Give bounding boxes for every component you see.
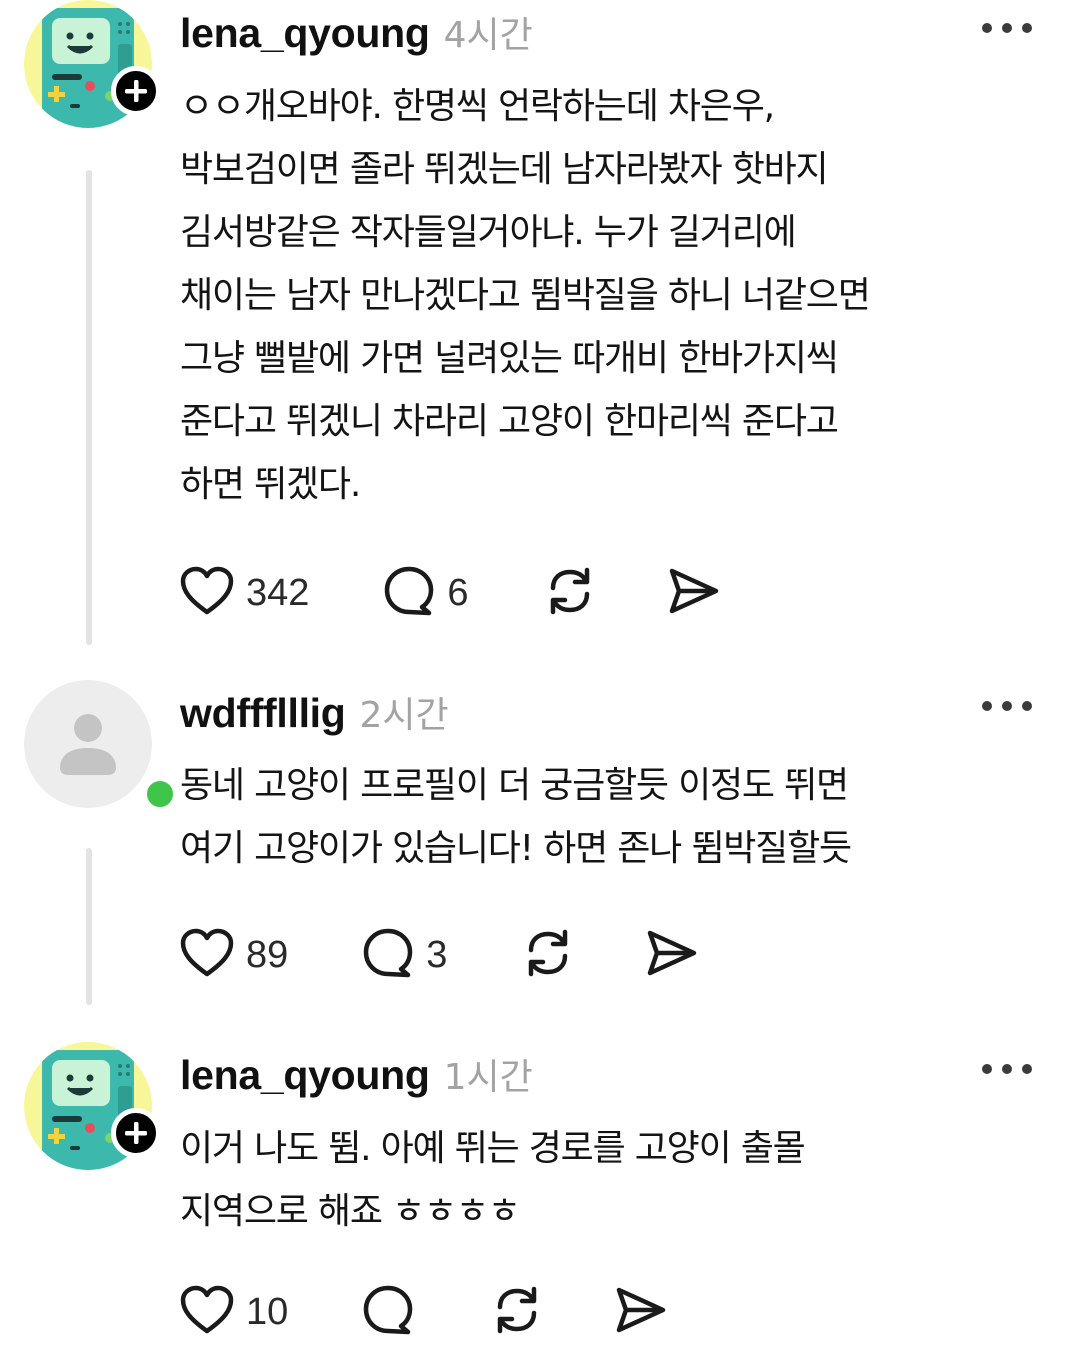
like-button[interactable]: 89 (180, 928, 288, 982)
send-icon (645, 928, 699, 982)
reply-button[interactable] (362, 1284, 414, 1340)
reply-button[interactable]: 6 (383, 565, 469, 621)
comment-bubble-icon (362, 1284, 414, 1340)
avatar[interactable] (24, 680, 178, 812)
reply-count: 6 (447, 571, 469, 614)
timestamp: 2시간 (359, 695, 449, 736)
avatar[interactable] (24, 0, 161, 130)
post-header: lena_qyoung 4시간 (180, 6, 533, 58)
like-button[interactable]: 10 (180, 1285, 288, 1339)
thread-line (86, 848, 92, 1005)
heart-icon (180, 928, 234, 982)
more-dots-icon[interactable] (982, 1059, 1032, 1079)
send-icon (614, 1285, 668, 1339)
repost-button[interactable] (521, 926, 575, 984)
username[interactable]: lena_qyoung (180, 1052, 430, 1099)
repost-icon (490, 1283, 544, 1341)
more-dots-icon[interactable] (982, 18, 1032, 38)
thread-post: lena_qyoung 4시간 ㅇㅇ개오바야. 한명씩 언락하는데 차은우, 박… (0, 0, 1080, 660)
follow-plus-icon[interactable] (111, 66, 161, 116)
like-count: 342 (246, 571, 310, 614)
follow-plus-icon[interactable] (111, 1108, 161, 1158)
repost-button[interactable] (490, 1283, 544, 1341)
timestamp: 1시간 (443, 1057, 533, 1098)
share-button[interactable] (667, 566, 721, 620)
username[interactable]: wdffflllig (180, 690, 346, 737)
timestamp: 4시간 (443, 15, 533, 56)
comment-bubble-icon (383, 565, 435, 621)
send-icon (667, 566, 721, 620)
thread-line (86, 170, 92, 645)
post-header: lena_qyoung 1시간 (180, 1048, 533, 1100)
heart-icon (180, 1285, 234, 1339)
heart-icon (180, 566, 234, 620)
thread-post: lena_qyoung 1시간 이거 나도 뜀. 아예 뛰는 경로를 고양이 출… (0, 1042, 1080, 1352)
username[interactable]: lena_qyoung (180, 10, 430, 57)
post-text: 동네 고양이 프로필이 더 궁금할듯 이정도 뛰면 여기 고양이가 있습니다! … (180, 765, 852, 869)
like-count: 10 (246, 1290, 289, 1333)
action-bar: 342 6 (180, 563, 721, 623)
comment-bubble-icon (362, 927, 414, 983)
share-button[interactable] (645, 928, 699, 982)
thread-post: wdffflllig 2시간 동네 고양이 프로필이 더 궁금할듯 이정도 뛰면… (0, 680, 1080, 1020)
action-bar: 10 (180, 1282, 668, 1342)
post-text: ㅇㅇ개오바야. 한명씩 언락하는데 차은우, 박보검이면 졸라 뛰겠는데 남자라… (180, 86, 871, 505)
like-count: 89 (246, 933, 289, 976)
online-status-dot (142, 776, 178, 812)
action-bar: 89 3 (180, 925, 699, 985)
default-person-avatar (24, 680, 152, 808)
repost-button[interactable] (543, 564, 597, 622)
more-dots-icon[interactable] (982, 696, 1032, 716)
avatar[interactable] (24, 1042, 161, 1172)
repost-icon (521, 926, 575, 984)
repost-icon (543, 564, 597, 622)
post-header: wdffflllig 2시간 (180, 686, 449, 738)
share-button[interactable] (614, 1285, 668, 1339)
like-button[interactable]: 342 (180, 566, 309, 620)
reply-count: 3 (426, 933, 448, 976)
reply-button[interactable]: 3 (362, 927, 447, 983)
post-text: 이거 나도 뜀. 아예 뛰는 경로를 고양이 출몰 지역으로 해죠 ㅎㅎㅎㅎ (180, 1128, 806, 1232)
